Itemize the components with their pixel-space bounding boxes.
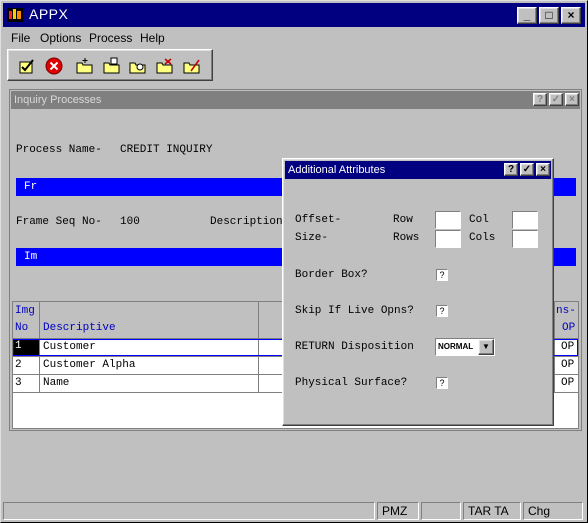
- menu-bar: File Options Process Help: [3, 29, 585, 47]
- description-label: Description: [210, 216, 283, 228]
- menu-file[interactable]: File: [11, 31, 30, 45]
- header-op: OP: [562, 322, 576, 334]
- physical-surface-label: Physical Surface?: [295, 377, 408, 389]
- offset-col-input[interactable]: [512, 211, 538, 229]
- menu-process[interactable]: Process: [89, 31, 132, 45]
- additional-attributes-dialog: Additional Attributes ? ✓ × Offset- Size…: [282, 158, 554, 426]
- dialog-accept-button[interactable]: ✓: [520, 163, 534, 176]
- close-button[interactable]: ×: [561, 7, 581, 24]
- row-desc: Customer Alpha: [43, 359, 136, 371]
- help-icon: ?: [536, 94, 544, 105]
- chevron-down-icon[interactable]: ▼: [478, 339, 494, 355]
- row-op: OP: [561, 341, 575, 353]
- minimize-button[interactable]: _: [517, 7, 537, 24]
- search-folder-icon[interactable]: [129, 57, 147, 75]
- close-icon: ×: [567, 8, 575, 22]
- inquiry-title: Inquiry Processes: [14, 94, 102, 106]
- header-ns: ns-: [556, 305, 576, 317]
- status-blank: [421, 502, 461, 520]
- header-img: Img: [15, 305, 35, 317]
- frame-seq-value: 100: [120, 216, 140, 228]
- return-disposition-select[interactable]: NORMAL ▼: [435, 338, 495, 356]
- frame-bar-label: Fr: [24, 181, 38, 193]
- process-name-value: CREDIT INQUIRY: [120, 144, 213, 156]
- maximize-button[interactable]: □: [539, 7, 559, 24]
- title-bar[interactable]: APPX _ □ ×: [3, 3, 585, 27]
- offset-row-input[interactable]: [435, 211, 461, 229]
- app-window: APPX _ □ × File Options Process Help Inq…: [0, 0, 588, 523]
- checkmark-icon: ✓: [551, 94, 561, 105]
- delete-folder-icon[interactable]: [156, 57, 174, 75]
- border-box-label: Border Box?: [295, 269, 368, 281]
- inquiry-help-button[interactable]: ?: [533, 93, 547, 106]
- border-box-checkbox[interactable]: ?: [436, 269, 448, 281]
- row-label: Row: [393, 214, 413, 226]
- maximize-icon: □: [545, 8, 553, 22]
- new-folder-icon[interactable]: [76, 57, 94, 75]
- header-no: No: [15, 322, 29, 334]
- header-descriptive: Descriptive: [43, 322, 116, 334]
- menu-help[interactable]: Help: [140, 31, 165, 45]
- dialog-title-bar[interactable]: Additional Attributes ? ✓ ×: [285, 161, 551, 179]
- close-icon: ×: [540, 164, 546, 175]
- open-folder-icon[interactable]: [103, 57, 121, 75]
- row-desc: Name: [43, 377, 70, 389]
- minimize-icon: _: [523, 8, 531, 22]
- row-no: 3: [15, 377, 22, 389]
- skip-live-opns-label: Skip If Live Opns?: [295, 305, 414, 317]
- physical-surface-checkbox[interactable]: ?: [436, 377, 448, 389]
- size-cols-input[interactable]: [512, 230, 538, 248]
- row-no: 1: [14, 340, 39, 355]
- row-op: OP: [561, 359, 575, 371]
- size-label: Size-: [295, 232, 329, 244]
- row-op: OP: [561, 377, 575, 389]
- cancel-icon[interactable]: [45, 57, 63, 75]
- skip-live-opns-checkbox[interactable]: ?: [436, 305, 448, 317]
- status-message: [3, 502, 375, 520]
- col-label: Col: [469, 214, 489, 226]
- return-disposition-label: RETURN Disposition: [295, 341, 414, 353]
- offset-label: Offset-: [295, 214, 342, 226]
- process-name-label: Process Name-: [16, 144, 102, 156]
- toolbar: [7, 49, 213, 81]
- checkmark-icon[interactable]: [18, 57, 36, 75]
- row-desc: Customer: [43, 341, 96, 353]
- inquiry-accept-button[interactable]: ✓: [549, 93, 563, 106]
- rows-label: Rows: [393, 232, 420, 244]
- help-icon: ?: [507, 164, 515, 175]
- dialog-close-button[interactable]: ×: [536, 163, 550, 176]
- menu-options[interactable]: Options: [40, 31, 81, 45]
- inquiry-close-button[interactable]: ×: [565, 93, 579, 106]
- status-bar: PMZ TAR TA Chg: [3, 501, 585, 521]
- return-disposition-value: NORMAL: [438, 342, 474, 351]
- tools-folder-icon[interactable]: [183, 57, 201, 75]
- dialog-help-button[interactable]: ?: [504, 163, 518, 176]
- dialog-title: Additional Attributes: [288, 164, 386, 176]
- row-no: 2: [15, 359, 22, 371]
- status-chg: Chg: [523, 502, 583, 520]
- size-rows-input[interactable]: [435, 230, 461, 248]
- appx-logo-icon: [7, 8, 23, 22]
- window-title: APPX: [29, 6, 69, 22]
- frame-seq-label: Frame Seq No-: [16, 216, 102, 228]
- cols-label: Cols: [469, 232, 496, 244]
- status-pmz: PMZ: [377, 502, 419, 520]
- status-tar: TAR TA: [463, 502, 521, 520]
- checkmark-icon: ✓: [522, 164, 532, 175]
- inquiry-title-bar[interactable]: Inquiry Processes ? ✓ ×: [11, 91, 580, 109]
- image-bar-label: Im: [24, 251, 38, 263]
- close-icon: ×: [569, 94, 575, 105]
